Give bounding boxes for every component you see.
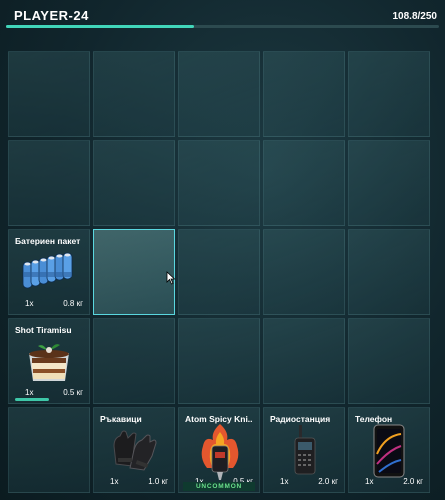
inventory-slot[interactable] [348,140,430,226]
inventory-slot[interactable] [263,51,345,137]
inventory-slot[interactable] [263,140,345,226]
inventory-slot[interactable] [178,51,260,137]
inventory-grid: Батериен пакет 1x 0.8 кг Shot Tiramisu 1… [8,51,442,497]
gloves-icon [113,430,157,471]
inventory-slot[interactable] [8,140,90,226]
spicy-knife-icon [201,424,239,480]
inventory-slot[interactable] [348,229,430,315]
inventory-slot[interactable] [8,51,90,137]
inventory-slot[interactable] [263,229,345,315]
inventory-slot-batteries[interactable]: Батериен пакет 1x 0.8 кг [8,229,90,315]
phone-icon [373,424,405,478]
item-name: Батериен пакет [15,236,81,246]
weight-bar [6,25,439,28]
item-quantity: 1x [110,477,119,486]
item-weight: 0.5 кг [63,388,83,397]
item-name: Ръкавици [100,414,142,424]
item-name: Радиостанция [270,414,331,424]
radio-icon [294,425,316,475]
weight-readout: 108.8/250 [392,11,438,22]
inventory-slot[interactable] [178,140,260,226]
inventory-slot-gloves[interactable]: Ръкавици 1x 1.0 кг [93,407,175,493]
item-durability-bar [15,398,49,401]
item-quantity: 1x [25,388,34,397]
inventory-slot[interactable] [348,51,430,137]
battery-pack-icon [22,252,73,289]
item-quantity: 1x [280,477,289,486]
inventory-slot-radio[interactable]: Радиостанция 1x 2.0 кг [263,407,345,493]
inventory-slot[interactable] [93,140,175,226]
inventory-slot-knife[interactable]: Atom Spicy Kni.. 1x 0.5 кг UNCOMMON [178,407,260,493]
inventory-slot[interactable] [93,318,175,404]
weight-bar-fill [6,25,195,28]
item-name: Телефон [355,414,393,424]
inventory-slot[interactable] [8,407,90,493]
inventory-slot-phone[interactable]: Телефон 1x 2.0 кг [348,407,430,493]
inventory-header: PLAYER-24 108.8/250 [0,0,445,34]
player-name: PLAYER-24 [14,8,89,23]
item-quantity: 1x [25,299,34,308]
item-weight: 2.0 кг [403,477,423,486]
inventory-slot-tiramisu[interactable]: Shot Tiramisu 1x 0.5 кг [8,318,90,404]
inventory-slot[interactable] [263,318,345,404]
rarity-badge: UNCOMMON [183,482,255,491]
mouse-cursor-icon [166,271,176,285]
item-name: Shot Tiramisu [15,325,72,335]
inventory-slot[interactable] [348,318,430,404]
item-weight: 0.8 кг [63,299,83,308]
inventory-slot[interactable] [178,318,260,404]
inventory-slot[interactable] [93,51,175,137]
tiramisu-icon [29,344,69,381]
item-weight: 2.0 кг [318,477,338,486]
inventory-slot[interactable] [178,229,260,315]
inventory-slot-selected[interactable] [93,229,175,315]
item-weight: 1.0 кг [148,477,168,486]
item-quantity: 1x [365,477,374,486]
